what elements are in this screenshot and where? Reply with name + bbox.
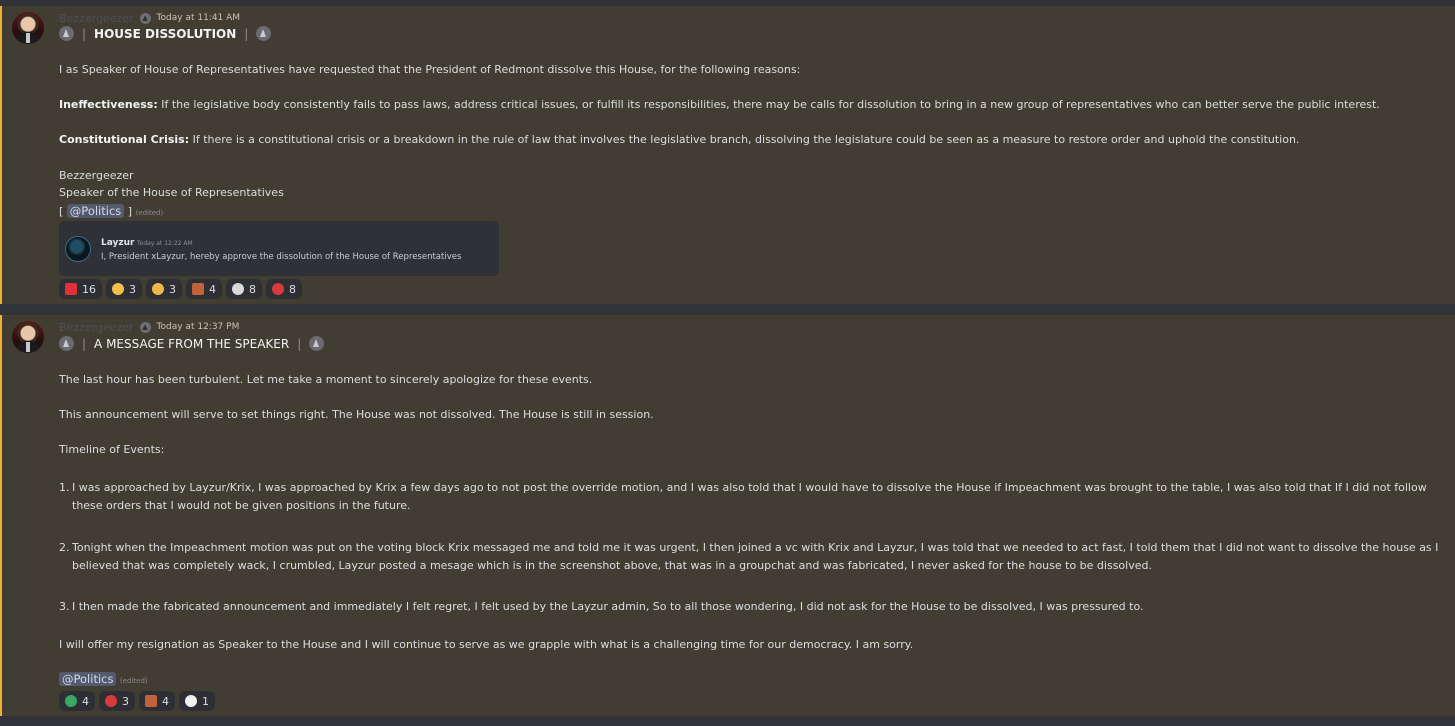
bracket-open: [ xyxy=(59,205,64,218)
reaction-brick[interactable]: 4 xyxy=(139,691,175,711)
paragraph: I will offer my resignation as Speaker t… xyxy=(59,638,914,651)
rank-badge-icon xyxy=(59,336,74,351)
red-flag-emoji-icon xyxy=(65,283,77,295)
reaction-count: 4 xyxy=(82,694,89,708)
reaction-count: 4 xyxy=(209,282,216,296)
reaction-count: 3 xyxy=(129,282,136,296)
edited-label: (edited) xyxy=(135,209,164,217)
avatar[interactable] xyxy=(12,12,44,44)
message-divider xyxy=(0,304,1455,315)
separator-bar: | xyxy=(82,26,87,41)
green-circle-emoji-icon xyxy=(65,695,77,707)
role-mention-politics[interactable]: @Politics xyxy=(59,672,117,686)
reaction-count: 3 xyxy=(122,694,129,708)
list-item: 2. Tonight when the Impeachment motion w… xyxy=(59,539,1444,575)
list-text: I then made the fabricated announcement … xyxy=(72,600,1144,613)
bottom-divider xyxy=(0,716,1455,726)
reaction-stop[interactable]: 3 xyxy=(99,691,135,711)
separator-bar: | xyxy=(82,336,87,351)
reaction-anxious[interactable]: 3 xyxy=(146,279,182,299)
embed-avatar xyxy=(65,236,91,262)
reaction-brick[interactable]: 4 xyxy=(186,279,222,299)
list-number: 2. xyxy=(59,541,70,554)
reaction-count: 8 xyxy=(249,282,256,296)
bracket-close: ] xyxy=(127,205,133,218)
list-text: Tonight when the Impeachment motion was … xyxy=(72,541,1439,572)
signature-role: Speaker of the House of Representatives xyxy=(59,186,284,199)
username[interactable]: Bezzergeezer xyxy=(59,321,134,334)
reaction-count: 4 xyxy=(162,694,169,708)
reaction-thinking[interactable]: 3 xyxy=(106,279,142,299)
reactions: 4 3 4 1 xyxy=(59,691,215,711)
embed-text: I, President xLayzur, hereby approve the… xyxy=(101,252,462,262)
reason-text: If the legislative body consistently fai… xyxy=(157,98,1380,111)
reaction-skull[interactable]: 8 xyxy=(226,279,262,299)
mention-line: [ @Politics ] (edited) xyxy=(59,204,163,218)
thinking-face-emoji-icon xyxy=(112,283,124,295)
paragraph: The last hour has been turbulent. Let me… xyxy=(59,373,593,386)
reaction-red-flag[interactable]: 16 xyxy=(59,279,102,299)
eyes-emoji-icon xyxy=(185,695,197,707)
timestamp[interactable]: Today at 11:41 AM xyxy=(157,13,241,23)
separator-bar: | xyxy=(244,26,249,41)
intro-text: I as Speaker of House of Representatives… xyxy=(59,63,801,76)
message-title: HOUSE DISSOLUTION xyxy=(94,26,237,41)
brick-emoji-icon xyxy=(192,283,204,295)
list-item: 3. I then made the fabricated announceme… xyxy=(59,598,1444,616)
title-line: | HOUSE DISSOLUTION | xyxy=(59,26,272,41)
reason-ineffectiveness: Ineffectiveness: If the legislative body… xyxy=(59,98,1380,111)
separator-bar: | xyxy=(297,336,302,351)
message-header: Bezzergeezer ▲ Today at 11:41 AM xyxy=(59,11,240,25)
edited-label: (edited) xyxy=(119,677,148,685)
message-header: Bezzergeezer ▲ Today at 12:37 PM xyxy=(59,320,239,334)
list-text: I was approached by Layzur/Krix, I was a… xyxy=(72,481,1427,512)
reaction-count: 3 xyxy=(169,282,176,296)
paragraph: This announcement will serve to set thin… xyxy=(59,408,654,421)
role-mention-politics[interactable]: @Politics xyxy=(66,204,125,218)
timeline-heading: Timeline of Events: xyxy=(59,443,165,456)
embed-author: Layzur xyxy=(101,238,135,248)
reaction-count: 16 xyxy=(82,282,96,296)
list-number: 3. xyxy=(59,600,70,613)
embedded-screenshot[interactable]: Layzur Today at 12:22 AM I, President xL… xyxy=(59,221,499,276)
list-item: 1. I was approached by Layzur/Krix, I wa… xyxy=(59,479,1444,515)
brick-emoji-icon xyxy=(145,695,157,707)
username[interactable]: Bezzergeezer xyxy=(59,12,134,25)
message-from-the-speaker[interactable]: Bezzergeezer ▲ Today at 12:37 PM | A MES… xyxy=(0,315,1455,716)
list-number: 1. xyxy=(59,481,70,494)
reaction-green[interactable]: 4 xyxy=(59,691,95,711)
mention-line: @Politics (edited) xyxy=(59,672,148,686)
reaction-count: 8 xyxy=(289,282,296,296)
stop-sign-emoji-icon xyxy=(272,283,284,295)
message-title: A MESSAGE FROM THE SPEAKER xyxy=(94,336,290,351)
reason-label: Constitutional Crisis: xyxy=(59,133,190,146)
signature-name: Bezzergeezer xyxy=(59,169,134,182)
reason-constitutional-crisis: Constitutional Crisis: If there is a con… xyxy=(59,133,1299,146)
skull-emoji-icon xyxy=(232,283,244,295)
embed-time: Today at 12:22 AM xyxy=(137,240,193,247)
anxious-face-emoji-icon xyxy=(152,283,164,295)
reactions: 16 3 3 4 8 8 xyxy=(59,279,302,299)
server-tag-icon: ▲ xyxy=(139,12,151,24)
reason-text: If there is a constitutional crisis or a… xyxy=(189,133,1300,146)
avatar[interactable] xyxy=(12,321,44,353)
rank-badge-icon xyxy=(256,26,272,41)
reason-label: Ineffectiveness: xyxy=(59,98,158,111)
reaction-stop[interactable]: 8 xyxy=(266,279,302,299)
reaction-count: 1 xyxy=(202,694,209,708)
stop-sign-emoji-icon xyxy=(105,695,117,707)
rank-badge-icon xyxy=(309,336,325,351)
server-tag-icon: ▲ xyxy=(139,321,151,333)
title-line: | A MESSAGE FROM THE SPEAKER | xyxy=(59,336,325,351)
reaction-eyes[interactable]: 1 xyxy=(179,691,215,711)
message-house-dissolution[interactable]: Bezzergeezer ▲ Today at 11:41 AM | HOUSE… xyxy=(0,6,1455,304)
timestamp[interactable]: Today at 12:37 PM xyxy=(157,322,240,332)
rank-badge-icon xyxy=(59,26,74,41)
